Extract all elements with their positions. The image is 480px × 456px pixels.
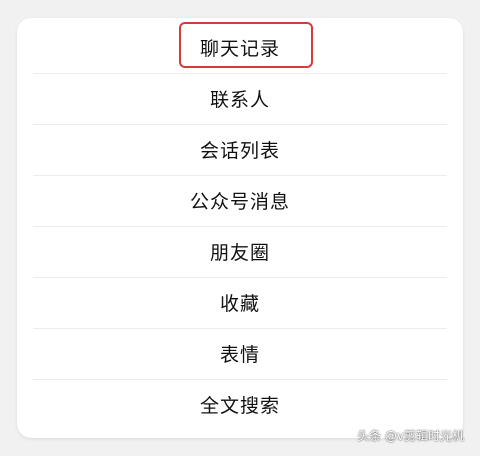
menu-list: 聊天记录 联系人 会话列表 公众号消息 朋友圈 收藏 表情 全文搜索 xyxy=(17,18,463,430)
menu-item-chat-history[interactable]: 聊天记录 xyxy=(17,22,463,73)
menu-item-official-account-messages[interactable]: 公众号消息 xyxy=(17,175,463,226)
menu-item-label: 公众号消息 xyxy=(189,191,290,213)
menu-item-label: 表情 xyxy=(219,344,260,366)
menu-item-label: 会话列表 xyxy=(199,140,280,162)
watermark: 头条 @v剪辑时光机 xyxy=(357,429,464,443)
menu-item-conversation-list[interactable]: 会话列表 xyxy=(17,124,463,175)
menu-item-favorites[interactable]: 收藏 xyxy=(17,277,463,328)
menu-item-full-text-search[interactable]: 全文搜索 xyxy=(17,379,463,430)
menu-item-label: 全文搜索 xyxy=(199,395,280,417)
menu-item-contacts[interactable]: 联系人 xyxy=(17,73,463,124)
action-sheet: 聊天记录 联系人 会话列表 公众号消息 朋友圈 收藏 表情 全文搜索 xyxy=(17,18,463,438)
menu-item-label: 聊天记录 xyxy=(199,38,280,60)
menu-item-moments[interactable]: 朋友圈 xyxy=(17,226,463,277)
menu-item-label: 朋友圈 xyxy=(209,242,270,264)
menu-item-label: 收藏 xyxy=(219,293,260,315)
menu-item-stickers[interactable]: 表情 xyxy=(17,328,463,379)
menu-item-label: 联系人 xyxy=(209,89,270,111)
